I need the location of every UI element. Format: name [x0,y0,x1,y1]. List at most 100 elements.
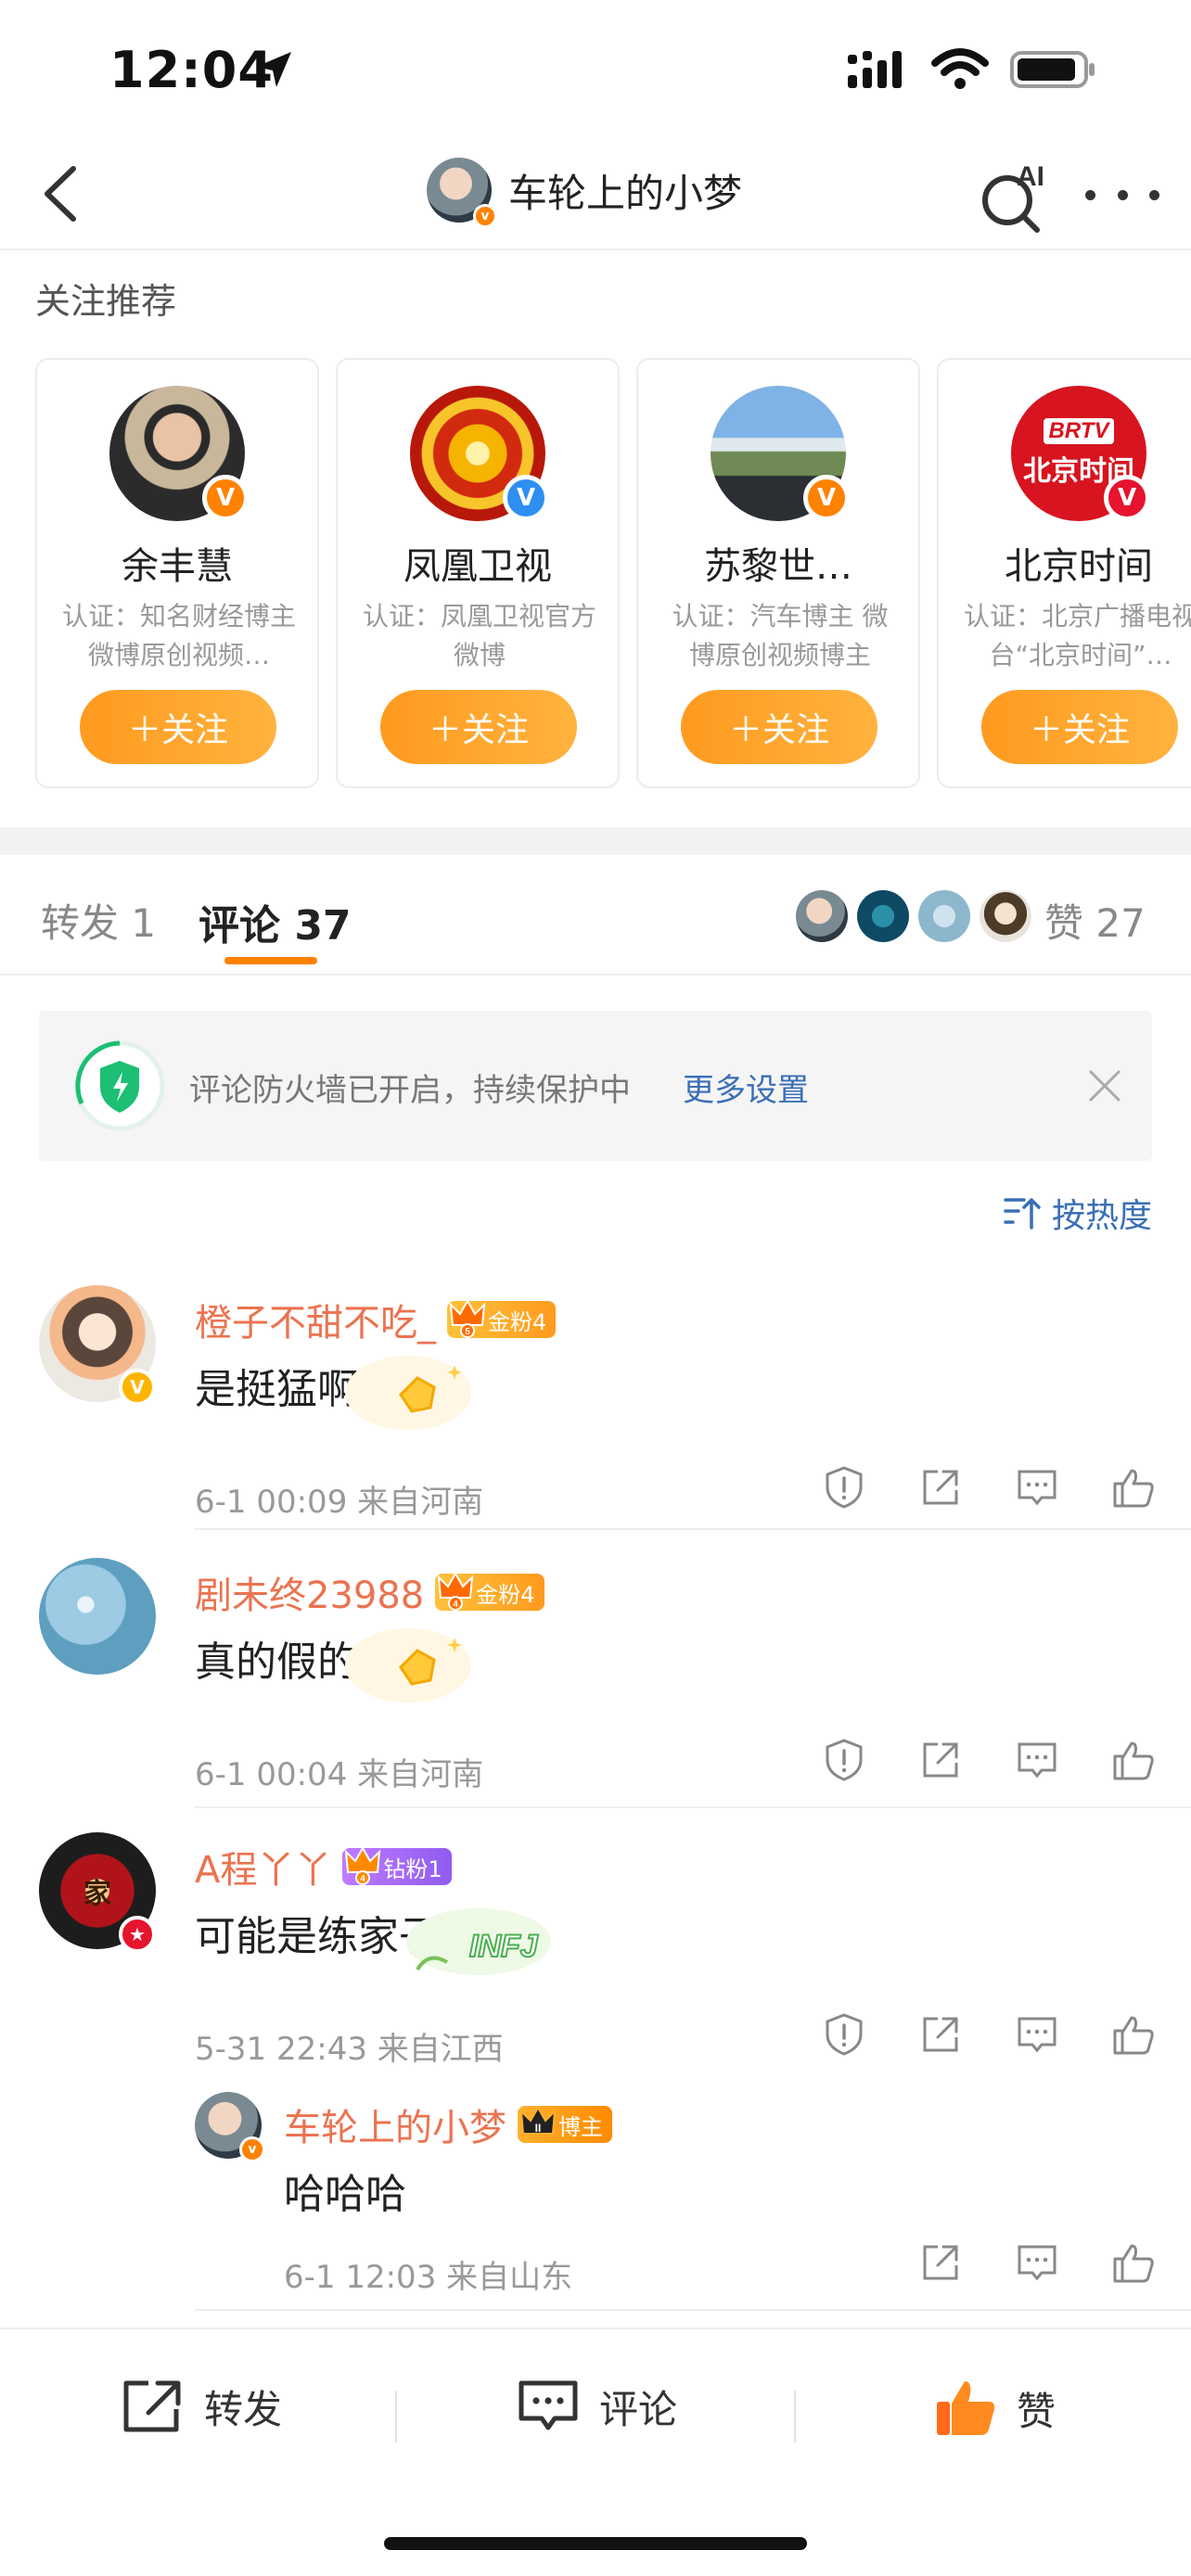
avatar[interactable]: v [427,158,497,228]
like-button[interactable] [1108,1734,1159,1786]
username[interactable]: 剧未终23988 [195,1565,424,1619]
username[interactable]: 橙子不甜不吃_ [195,1293,436,1346]
comment-icon [519,2380,578,2430]
verified-badge-icon: V [1104,475,1150,521]
follow-button[interactable]: ＋关注 [681,690,877,764]
recommend-card[interactable]: V 凤凰卫视 认证：凤凰卫视官方微博 ＋关注 [336,358,620,788]
like-button[interactable] [1108,1461,1159,1513]
tab-like[interactable]: 赞 27 [1044,892,1146,949]
close-icon[interactable] [1082,1063,1128,1109]
section-title-recommend: 关注推荐 [35,281,177,322]
wifi-icon [931,48,989,89]
repost-label: 转发 [204,2386,283,2432]
divider [195,2309,1191,2311]
more-settings-link[interactable]: 更多设置 [683,1065,809,1110]
comment-button[interactable]: 评论 [516,2378,677,2435]
recommend-card[interactable]: V 苏黎世… 认证：汽车博主 微博原创视频博主 ＋关注 [636,358,920,788]
comment-label: 评论 [599,2386,678,2432]
avatar[interactable] [39,1558,156,1675]
battery-icon [1010,51,1095,88]
svg-text:II: II [535,2122,542,2135]
follow-button[interactable]: ＋关注 [80,690,276,764]
reply-author: 车轮上的小梦 II 博主 [284,2098,612,2151]
comment-meta: 6-1 00:04 来自河南 [195,1756,484,1793]
reply-item: v 车轮上的小梦 II 博主 哈哈哈 6-1 12:03 来自山东 [0,2092,1191,2315]
blogger-badge-label: 博主 [558,2113,603,2140]
report-button[interactable] [818,1461,870,1513]
tab-repost[interactable]: 转发 1 [41,892,156,949]
follow-button[interactable]: ＋关注 [981,690,1178,764]
cellular-signal-icon [848,51,902,88]
recommend-desc: 认证：北京广播电视台“北京时间”… [963,601,1191,670]
header-user[interactable]: v 车轮上的小梦 [427,158,742,228]
verified-badge-icon: v [473,204,497,228]
username[interactable]: 车轮上的小梦 [284,2098,506,2151]
infj-label: INFJ [469,1929,539,1964]
shield-icon [74,1040,165,1131]
recommend-name[interactable]: 凤凰卫视 [338,536,618,590]
crown-icon: 5 [449,1298,486,1338]
avatar [796,890,848,942]
share-button[interactable] [915,1461,967,1513]
dot-icon [1149,189,1159,200]
tab-bar: 转发 1 评论 37 赞 27 [0,855,1191,976]
recommend-carousel[interactable]: V 余丰慧 认证：知名财经博主 微博原创视频… ＋关注 V 凤凰卫视 认证：凤凰… [35,358,1191,790]
warning-shield-icon [826,2013,863,2056]
comment-actions [818,2009,1159,2060]
comment-item: 剧未终23988 4 金粉4 真的假的 6-1 00:04 来自河南 [0,1558,1191,1827]
recommend-desc: 认证：汽车博主 微博原创视频博主 [672,601,889,670]
recommend-name[interactable]: 余丰慧 [37,536,317,590]
recommend-card[interactable]: V 余丰慧 认证：知名财经博主 微博原创视频… ＋关注 [35,358,319,788]
thumbs-up-icon [1113,1469,1154,1508]
fan-badge-label: 钻粉1 [383,1855,442,1882]
status-icons [846,48,1098,91]
ai-search-button[interactable]: AI [976,159,1050,234]
comment-decoration-icon [345,1628,471,1702]
reply-button[interactable] [1011,1461,1063,1513]
avatar [980,890,1031,942]
svg-text:4: 4 [453,1600,458,1610]
comment-icon [1018,2245,1057,2281]
recommend-name[interactable]: 北京时间 [939,536,1191,590]
reply-text: 哈哈哈 [284,2171,406,2218]
share-button[interactable] [915,2237,967,2289]
like-button[interactable] [1108,2009,1159,2060]
tab-comment[interactable]: 评论 37 [198,892,352,951]
share-icon [923,1470,958,1505]
report-button[interactable] [818,2009,870,2060]
home-indicator[interactable] [384,2537,807,2550]
liker-avatars[interactable] [796,890,1031,942]
sort-by-heat-button[interactable]: 按热度 [1004,1189,1152,1237]
ai-label: AI [1017,161,1044,192]
share-button[interactable] [915,1734,967,1786]
share-button[interactable] [915,2009,967,2060]
reply-button[interactable] [1011,2009,1063,2060]
recommend-name[interactable]: 苏黎世… [638,536,918,590]
comment-text: 是挺猛啊 [195,1366,358,1413]
repost-button[interactable]: 转发 [121,2378,282,2435]
verified-badge-icon: V [803,475,850,521]
more-options-button[interactable] [1085,176,1159,213]
recommend-card[interactable]: BRTV 北京时间 V 北京时间 认证：北京广播电视台“北京时间”… ＋关注 [937,358,1191,788]
comment-actions [818,1734,1159,1786]
verified-badge-icon: V [503,475,549,521]
comment-author: 橙子不甜不吃_ 5 金粉4 [195,1293,557,1346]
username[interactable]: A程丫丫 [195,1840,331,1894]
divider [195,1806,1191,1808]
ai-search-icon: AI [982,161,1044,233]
divider [794,2391,796,2442]
fan-badge: 4 金粉4 [435,1571,544,1611]
reply-button[interactable] [1011,1734,1063,1786]
like-label: 赞 [1017,2388,1057,2434]
svg-text:5: 5 [465,1327,470,1337]
like-button[interactable]: 赞 [933,2378,1056,2439]
back-button[interactable] [28,161,93,226]
fan-badge: 5 金粉4 [447,1298,557,1338]
like-button[interactable] [1108,2237,1159,2289]
verified-badge-icon: V [119,1369,156,1406]
report-button[interactable] [818,1734,870,1786]
thumbs-up-icon [1113,1741,1154,1780]
avatar [857,890,909,942]
reply-button[interactable] [1011,2237,1063,2289]
follow-button[interactable]: ＋关注 [380,690,577,764]
